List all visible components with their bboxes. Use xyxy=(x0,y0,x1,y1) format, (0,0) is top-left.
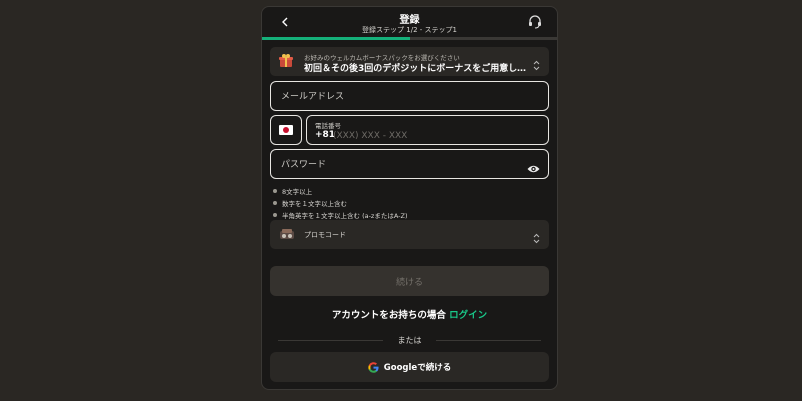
password-input[interactable] xyxy=(279,150,523,180)
login-link[interactable]: ログイン xyxy=(449,310,487,321)
page-title: 登録 xyxy=(399,15,420,26)
rule-item: 数字を１文字以上含む xyxy=(273,197,407,209)
rule-item: 8文字以上 xyxy=(273,185,407,197)
headset-icon[interactable] xyxy=(527,14,543,30)
email-field[interactable] xyxy=(270,81,549,112)
google-signin-button[interactable]: Googleで続ける xyxy=(270,352,549,382)
chevron-updown-icon xyxy=(533,56,540,71)
promo-code-selector[interactable]: プロモコード xyxy=(270,220,549,249)
bullet-icon xyxy=(273,201,277,205)
bullet-icon xyxy=(273,189,277,193)
step-indicator: 登録ステップ 1/2 - ステップ1 xyxy=(362,26,457,34)
eye-icon[interactable] xyxy=(527,159,540,173)
google-icon xyxy=(368,361,379,373)
google-signin-label: Googleで続ける xyxy=(383,363,452,373)
login-prompt: アカウントをお持ちの場合 ログイン xyxy=(262,307,557,321)
divider-line xyxy=(436,340,541,341)
bonus-value: 初回＆その後3回のデポジットにボーナスをご用意してい... xyxy=(304,64,530,74)
login-prompt-text: アカウントをお持ちの場合 xyxy=(331,310,446,321)
password-rules: 8文字以上 数字を１文字以上含む 半角英字を１文字以上含む (a-zまたはA-Z… xyxy=(273,185,407,221)
country-selector[interactable] xyxy=(270,115,302,145)
progress-fill xyxy=(262,37,410,40)
registration-modal: 登録 登録ステップ 1/2 - ステップ1 お好みのウェルカムボーナスパックをお… xyxy=(261,6,558,390)
phone-field[interactable]: 電話番号 +81 xyxy=(306,115,549,145)
or-divider: または xyxy=(278,335,541,345)
japan-flag-icon xyxy=(279,125,293,135)
continue-button[interactable]: 続ける xyxy=(270,266,549,296)
bullet-icon xyxy=(273,213,277,217)
promo-image-icon xyxy=(278,226,296,242)
password-field[interactable] xyxy=(270,149,549,180)
progress-bar xyxy=(262,37,557,40)
email-input[interactable] xyxy=(279,82,523,112)
gift-icon xyxy=(278,53,294,69)
phone-input[interactable] xyxy=(333,129,533,142)
header: 登録 登録ステップ 1/2 - ステップ1 xyxy=(262,7,557,40)
bonus-selector[interactable]: お好みのウェルカムボーナスパックをお選びください 初回＆その後3回のデポジットに… xyxy=(270,47,549,76)
promo-code-label: プロモコード xyxy=(304,231,346,239)
chevron-updown-icon xyxy=(533,229,540,244)
